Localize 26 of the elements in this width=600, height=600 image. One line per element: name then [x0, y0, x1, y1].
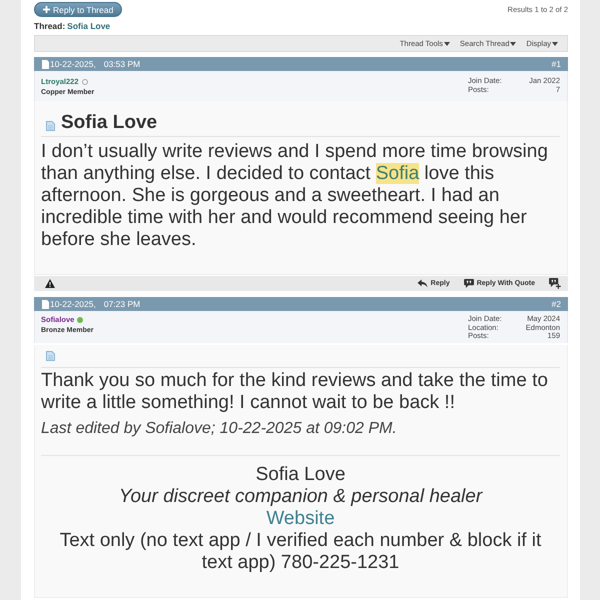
document-icon [46, 121, 55, 131]
caret-icon [444, 42, 450, 46]
post-message: Thank you so much for the kind reviews and take the time to write a little something! I cannot wait to be back !! [41, 370, 549, 414]
signature-text: Text only (no text app / I verified each number & block if it text app) 780-225-1231 [58, 530, 542, 574]
post-date: 10-22-2025, [50, 299, 96, 309]
warning-icon[interactable] [45, 279, 55, 288]
post-date: 10-22-2025, [50, 59, 96, 69]
thread-title-link[interactable]: Sofia Love [67, 21, 110, 31]
post-title: Sofia Love [61, 112, 158, 134]
document-icon [42, 300, 49, 308]
caret-icon [510, 42, 516, 46]
post-time: 07:23 PM [104, 299, 140, 309]
plus-icon [43, 6, 50, 13]
edit-note: Last edited by Sofialove; 10-22-2025 at 09:02 PM. [41, 419, 398, 439]
quote-icon [464, 279, 474, 288]
thread-label: Thread: [34, 21, 66, 31]
reply-icon [416, 279, 428, 288]
quote-plus-icon[interactable] [549, 278, 561, 289]
document-icon [42, 60, 49, 68]
post-time: 03:53 PM [104, 59, 140, 69]
signature-tagline: Your discreet companion & personal healer [118, 486, 482, 508]
signature-name: Sofia Love [256, 464, 346, 486]
website-link[interactable]: Website [266, 508, 335, 530]
reply-to-thread-button[interactable]: Reply to Thread [34, 2, 122, 17]
document-icon [46, 351, 55, 361]
caret-icon [552, 42, 558, 46]
